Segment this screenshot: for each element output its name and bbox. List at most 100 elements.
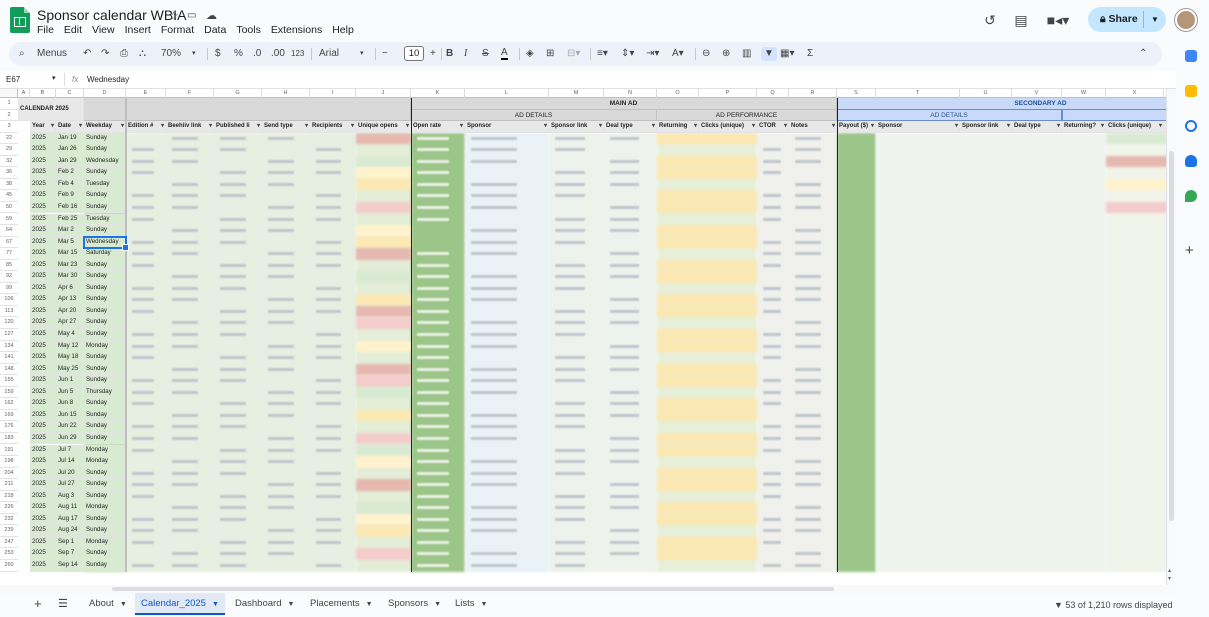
column-label[interactable]: Send type bbox=[262, 121, 310, 133]
main-ad-header[interactable]: MAIN AD bbox=[411, 98, 837, 110]
data-cell[interactable]: Monday bbox=[84, 340, 126, 353]
data-cell[interactable]: 2025 bbox=[30, 352, 56, 364]
increase-decimal-button[interactable]: .00 bbox=[271, 47, 285, 61]
menu-help[interactable]: Help bbox=[332, 24, 354, 36]
redo-icon[interactable]: ↷ bbox=[101, 47, 109, 61]
data-cell[interactable]: Thursday bbox=[84, 386, 126, 399]
row-header[interactable]: 191 bbox=[0, 445, 18, 457]
data-cell[interactable]: Tuesday bbox=[84, 213, 126, 226]
data-cell[interactable]: Sunday bbox=[84, 363, 126, 376]
column-label[interactable]: Clicks (unique) bbox=[699, 121, 757, 133]
row-header[interactable]: 85 bbox=[0, 260, 18, 272]
data-cell[interactable]: Sunday bbox=[84, 525, 126, 537]
percent-button[interactable]: % bbox=[234, 47, 243, 61]
data-cell[interactable]: Aug 3 bbox=[56, 490, 84, 503]
data-cell[interactable]: 2025 bbox=[30, 444, 56, 457]
data-cell[interactable]: 2025 bbox=[30, 167, 56, 179]
menu-insert[interactable]: Insert bbox=[125, 24, 151, 36]
row-header[interactable]: 77 bbox=[0, 248, 18, 260]
fill-color-icon[interactable]: ◈ bbox=[526, 47, 534, 61]
data-cell[interactable]: 2025 bbox=[30, 421, 56, 433]
data-cell[interactable]: Sunday bbox=[84, 271, 126, 283]
row-header[interactable]: 198 bbox=[0, 456, 18, 468]
column-label[interactable]: Unique opens bbox=[356, 121, 411, 133]
column-header[interactable]: C bbox=[56, 89, 84, 98]
column-header[interactable]: P bbox=[699, 89, 757, 98]
data-cell[interactable]: Jan 19 bbox=[56, 132, 84, 145]
data-cell[interactable]: Jul 27 bbox=[56, 479, 84, 491]
data-cell[interactable]: Sunday bbox=[84, 282, 126, 295]
strikethrough-button[interactable]: S bbox=[482, 47, 489, 61]
tab-placements[interactable]: Placements ▼ bbox=[304, 593, 379, 615]
row-header[interactable]: 260 bbox=[0, 560, 18, 572]
column-header[interactable]: B bbox=[30, 89, 56, 98]
column-header[interactable]: M bbox=[549, 89, 604, 98]
row-header[interactable]: 162 bbox=[0, 398, 18, 410]
print-icon[interactable]: ⎙ bbox=[120, 47, 128, 61]
horizontal-scrollbar[interactable] bbox=[0, 585, 1176, 593]
secondary-ad-header[interactable]: SECONDARY AD bbox=[837, 98, 1176, 110]
data-cell[interactable]: Apr 6 bbox=[56, 282, 84, 295]
menu-tools[interactable]: Tools bbox=[236, 24, 261, 36]
column-header[interactable]: G bbox=[214, 89, 262, 98]
chevron-down-icon[interactable]: ▼ bbox=[1151, 7, 1159, 32]
link-icon[interactable]: ⊖ bbox=[702, 47, 710, 61]
data-cell[interactable]: 2025 bbox=[30, 560, 56, 572]
data-cell[interactable]: Jun 15 bbox=[56, 409, 84, 422]
row-header[interactable]: 1 bbox=[0, 98, 18, 110]
data-cell[interactable]: 2025 bbox=[30, 513, 56, 526]
formula-input[interactable]: Wednesday bbox=[87, 75, 129, 84]
row-header[interactable]: 239 bbox=[0, 525, 18, 537]
contacts-icon[interactable] bbox=[1185, 155, 1197, 167]
data-cell[interactable]: Tuesday bbox=[84, 178, 126, 191]
row-header[interactable]: 176 bbox=[0, 421, 18, 433]
decrease-decimal-button[interactable]: .0 bbox=[253, 47, 261, 61]
column-label[interactable]: Payout ($) bbox=[837, 121, 876, 133]
data-cell[interactable]: May 18 bbox=[56, 352, 84, 364]
data-cell[interactable]: May 25 bbox=[56, 363, 84, 376]
column-label[interactable]: Sponsor bbox=[465, 121, 549, 133]
data-cell[interactable]: 2025 bbox=[30, 132, 56, 145]
menu-edit[interactable]: Edit bbox=[64, 24, 82, 36]
data-cell[interactable]: Jun 22 bbox=[56, 421, 84, 433]
menus-search[interactable]: Menus bbox=[37, 47, 67, 61]
data-cell[interactable]: Jun 1 bbox=[56, 375, 84, 387]
number-format-button[interactable]: 123 bbox=[291, 47, 304, 61]
tab-calendar-2025[interactable]: Calendar_2025 ▼ bbox=[135, 593, 225, 615]
column-header[interactable]: K bbox=[411, 89, 465, 98]
row-header[interactable]: 159 bbox=[0, 387, 18, 399]
data-cell[interactable]: Sunday bbox=[84, 329, 126, 341]
row-header[interactable]: 155 bbox=[0, 375, 18, 387]
data-cell[interactable]: Sunday bbox=[84, 167, 126, 179]
font-size-decrease[interactable]: − bbox=[382, 47, 388, 61]
row-header[interactable]: 106 bbox=[0, 294, 18, 306]
data-cell[interactable]: May 12 bbox=[56, 340, 84, 353]
data-cell[interactable]: Sunday bbox=[84, 305, 126, 318]
data-cell[interactable]: Sunday bbox=[84, 513, 126, 526]
data-cell[interactable]: 2025 bbox=[30, 155, 56, 168]
wrap-icon[interactable]: ⇥▾ bbox=[646, 47, 659, 61]
data-cell[interactable]: Sunday bbox=[84, 201, 126, 214]
data-cell[interactable]: 2025 bbox=[30, 225, 56, 237]
data-cell[interactable]: Mar 23 bbox=[56, 259, 84, 272]
star-icon[interactable]: ☆ bbox=[168, 9, 179, 23]
data-cell[interactable]: 2025 bbox=[30, 548, 56, 560]
data-cell[interactable]: Sep 14 bbox=[56, 560, 84, 572]
add-sheet-icon[interactable]: + bbox=[28, 593, 48, 615]
data-cell[interactable]: 2025 bbox=[30, 456, 56, 468]
menu-view[interactable]: View bbox=[92, 24, 115, 36]
data-cell[interactable]: Monday bbox=[84, 536, 126, 549]
collapse-menus-icon[interactable]: ⌃ bbox=[1139, 47, 1147, 61]
data-cell[interactable]: Jun 29 bbox=[56, 432, 84, 445]
data-cell[interactable]: Jan 26 bbox=[56, 144, 84, 156]
data-cell[interactable]: 2025 bbox=[30, 467, 56, 480]
data-cell[interactable]: 2025 bbox=[30, 236, 56, 249]
data-cell[interactable]: Monday bbox=[84, 502, 126, 514]
data-cell[interactable]: Sunday bbox=[84, 317, 126, 329]
data-cell[interactable]: Apr 20 bbox=[56, 305, 84, 318]
data-cell[interactable]: 2025 bbox=[30, 282, 56, 295]
column-header[interactable]: L bbox=[465, 89, 549, 98]
row-header[interactable]: 204 bbox=[0, 468, 18, 480]
column-header[interactable]: V bbox=[1012, 89, 1062, 98]
history-icon[interactable]: ↺ bbox=[981, 12, 999, 28]
